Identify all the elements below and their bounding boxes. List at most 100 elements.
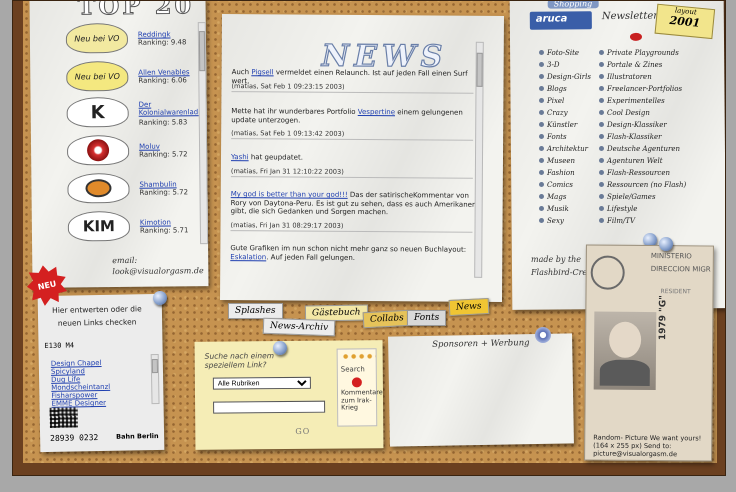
ranking-score: Ranking: 5.72: [139, 188, 189, 197]
newsletter-link[interactable]: Experimentelles: [599, 97, 665, 105]
tab-news-archiv[interactable]: News-Archiv: [262, 317, 336, 337]
ranking-logo[interactable]: K: [66, 96, 129, 128]
bomb-icon: [351, 377, 362, 388]
ranking-logo[interactable]: [67, 172, 130, 204]
face-icon: [608, 321, 642, 358]
news-item: My god is better than your god!!! Das de…: [230, 190, 475, 217]
ticket-number: 28939 0232: [50, 433, 99, 443]
ranking-logo[interactable]: [66, 134, 130, 166]
newsletter-link[interactable]: Agenturen Welt: [599, 157, 663, 165]
ranking-score: Ranking: 6.06: [138, 76, 187, 85]
ticket-links: Design Chapel Spicyland Dug Life Mondsch…: [51, 358, 148, 408]
newsletter-link[interactable]: Film/TV: [598, 217, 635, 225]
pin-icon: [153, 291, 167, 305]
random-picture-panel: MINISTERIO DIRECCION MIGR RESIDENT 1979 …: [584, 244, 714, 462]
news-date: (matias, Sat Feb 1 09:23:15 2003): [231, 82, 474, 94]
newsletter-link[interactable]: Pixel: [538, 97, 564, 105]
newsletter-link[interactable]: Design-Klassiker: [599, 121, 667, 129]
tab-splashes[interactable]: Splashes: [228, 303, 283, 319]
category-select[interactable]: Alle Rubriken: [212, 376, 311, 390]
newsletter-link[interactable]: Design-Girls: [539, 73, 591, 81]
newsletter-label[interactable]: Newsletter: [602, 11, 658, 22]
top20-title: TOP 20: [77, 0, 195, 21]
aruca-logo[interactable]: aruca: [529, 11, 592, 30]
search-side[interactable]: Search Kommentare zum Irak-Krieg: [336, 348, 383, 427]
go-button[interactable]: GO: [295, 427, 310, 436]
ranking-logo[interactable]: Neu bei VO: [66, 60, 129, 92]
board-frame: TOP 20 Neu bei VO Reddingk Ranking: 9.48…: [12, 0, 726, 476]
stamp-icon: [590, 255, 625, 290]
newsletter-link[interactable]: Crazy: [539, 109, 568, 117]
news-date: (matias, Fri Jan 31 12:10:22 2003): [230, 167, 473, 179]
layout-badge[interactable]: layout 2001: [654, 3, 716, 40]
ticket-text[interactable]: Hier entwerten oder die neuen Links chec…: [44, 302, 150, 330]
newsletter-link[interactable]: Museen: [538, 157, 575, 165]
news-item: Yashi hat geupdatet.: [230, 153, 303, 162]
search-label: Suche nach einem speziellem Link?: [204, 351, 275, 370]
top20-scrollbar[interactable]: [197, 22, 209, 245]
sponsors-panel: Sponsoren + Werbung: [388, 333, 574, 447]
newsletter-link[interactable]: Künstler: [538, 121, 577, 129]
newsletter-link[interactable]: Mags: [538, 193, 566, 201]
ticket-link[interactable]: EMME Designer: [51, 398, 147, 408]
newsletter-link[interactable]: Portale & Zines: [598, 61, 662, 69]
newsletter-link[interactable]: Architektur: [539, 145, 588, 153]
news-link[interactable]: My god is better than your god!!!: [231, 190, 348, 199]
tab-fonts[interactable]: Fonts: [407, 310, 447, 326]
news-item: Mette hat ihr wunderbares Portfolio Vesp…: [231, 107, 463, 125]
ticket-scrollbar[interactable]: [150, 353, 160, 405]
bahn-label: Bahn Berlin: [116, 432, 159, 441]
pin-icon: [273, 341, 287, 355]
ranking-score: Ranking: 9.48: [137, 38, 187, 47]
stamp-mid: DIRECCION MIGR: [650, 265, 711, 274]
newsletter-link[interactable]: Flash-Klassiker: [599, 133, 662, 141]
ranking-score: Ranking: 5.71: [139, 226, 189, 235]
newsletter-link[interactable]: Cool Design: [599, 109, 650, 117]
ranking-score: Ranking: 5.83: [138, 118, 188, 127]
ticket-code: E130 M4: [44, 341, 75, 350]
newsletter-link[interactable]: Musik: [539, 205, 569, 213]
news-link[interactable]: Vespertine: [358, 108, 395, 116]
newsletter-link[interactable]: Freelancer-Portfolios: [598, 85, 682, 93]
portrait-photo[interactable]: [593, 311, 657, 391]
news-link[interactable]: Yashi: [231, 153, 249, 161]
newsletter-link[interactable]: Lifestyle: [598, 205, 637, 213]
news-item: Gute Grafiken im nun schon nicht mehr ga…: [230, 244, 467, 262]
corkboard: TOP 20 Neu bei VO Reddingk Ranking: 9.48…: [23, 0, 725, 463]
search-side-text: Kommentare zum Irak-Krieg: [340, 388, 383, 412]
newsletter-link[interactable]: Fashion: [539, 169, 575, 177]
tab-news[interactable]: News: [448, 297, 489, 317]
news-link[interactable]: Pigsell: [251, 68, 273, 76]
newsletter-link[interactable]: Foto-Site: [538, 49, 579, 57]
shirt-icon: [599, 359, 650, 387]
tab-collabs[interactable]: Collabs: [362, 309, 412, 329]
newsletter-link[interactable]: Comics: [539, 181, 573, 189]
random-caption[interactable]: Random- Picture We want yours! (164 x 25…: [593, 434, 713, 459]
newsletter-link[interactable]: Deutsche Agenturen: [599, 145, 680, 153]
newsletter-link[interactable]: Ressourcen (no Flash): [598, 181, 686, 189]
ranking-logo[interactable]: Neu bei VO: [65, 22, 129, 54]
search-panel: Suche nach einem speziellem Link? Alle R…: [194, 340, 384, 450]
newsletter-link[interactable]: Spiele/Games: [599, 193, 656, 201]
ranking-score: Ranking: 5.72: [139, 150, 188, 159]
ranking-logo[interactable]: KIM: [67, 210, 131, 242]
newsletter-link[interactable]: Flash-Ressourcen: [599, 169, 670, 177]
id-code: 1979 "G": [658, 295, 669, 341]
ranking-link[interactable]: Der Kolonialwarenladen: [139, 100, 207, 117]
newsletter-link[interactable]: 3-D: [538, 61, 559, 69]
news-link[interactable]: Eskalation: [230, 253, 266, 261]
sponsors-label: Sponsoren + Werbung: [432, 338, 530, 350]
contact-email[interactable]: email: look@visualorgasm.de: [112, 254, 204, 277]
pin-icon: [659, 237, 673, 251]
newsletter-link[interactable]: Illustratoren: [599, 73, 652, 81]
shopping-tag[interactable]: Shopping: [547, 1, 599, 9]
red-eye-icon: [86, 139, 110, 162]
news-date: (matias, Sat Feb 1 09:13:42 2003): [231, 129, 474, 141]
newsletter-link[interactable]: Private Playgrounds: [599, 49, 679, 57]
search-side-title: Search: [340, 365, 365, 374]
search-input[interactable]: [213, 400, 326, 414]
red-pin: [629, 32, 643, 41]
newsletter-link[interactable]: Fonts: [539, 133, 567, 141]
newsletter-link[interactable]: Sexy: [539, 217, 564, 225]
newsletter-link[interactable]: Blogs: [539, 85, 567, 93]
